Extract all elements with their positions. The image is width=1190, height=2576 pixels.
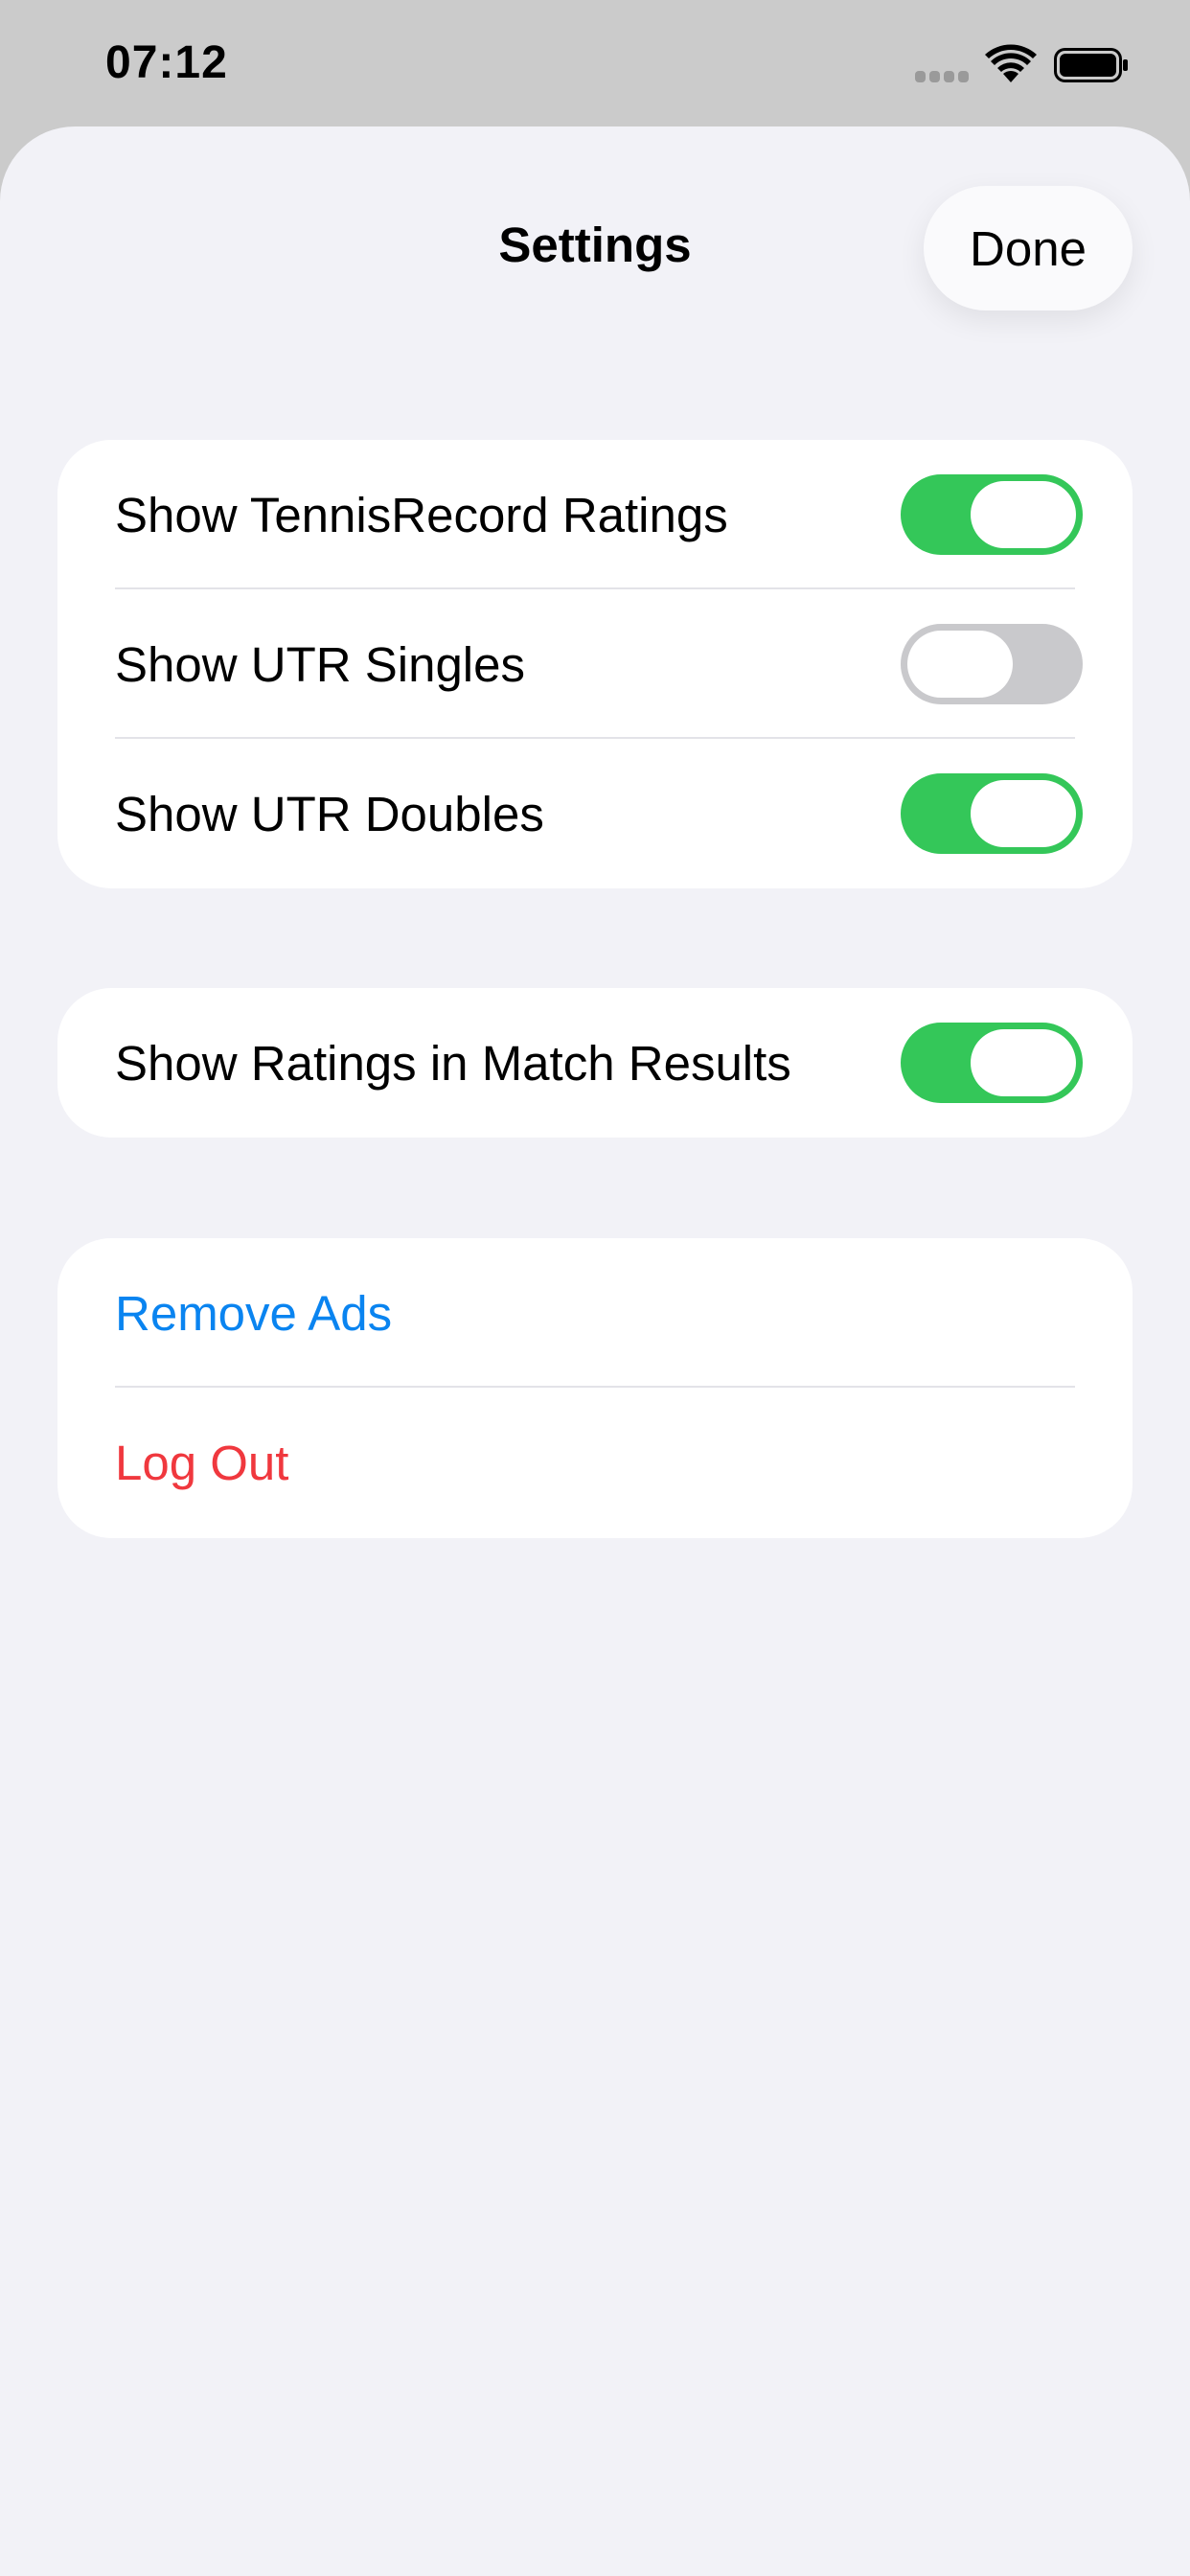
toggle-knob bbox=[971, 780, 1076, 847]
remove-ads-button[interactable]: Remove Ads bbox=[57, 1238, 1133, 1388]
remove-ads-label: Remove Ads bbox=[115, 1285, 393, 1341]
setting-row-tennisrecord-ratings: Show TennisRecord Ratings bbox=[57, 440, 1133, 589]
done-button[interactable]: Done bbox=[924, 186, 1133, 310]
toggle-knob bbox=[971, 1029, 1076, 1096]
log-out-button[interactable]: Log Out bbox=[57, 1388, 1133, 1537]
log-out-label: Log Out bbox=[115, 1435, 289, 1490]
setting-label: Show TennisRecord Ratings bbox=[115, 487, 728, 542]
setting-label: Show Ratings in Match Results bbox=[115, 1035, 791, 1091]
setting-label: Show UTR Singles bbox=[115, 636, 525, 692]
wifi-icon bbox=[985, 44, 1037, 82]
ratings-settings-group: Show TennisRecord Ratings Show UTR Singl… bbox=[57, 440, 1133, 888]
ratings-in-match-results-toggle[interactable] bbox=[901, 1023, 1083, 1103]
match-settings-group: Show Ratings in Match Results bbox=[57, 988, 1133, 1138]
account-settings-group: Remove Ads Log Out bbox=[57, 1238, 1133, 1538]
status-time: 07:12 bbox=[105, 37, 228, 88]
utr-doubles-toggle[interactable] bbox=[901, 773, 1083, 854]
setting-label: Show UTR Doubles bbox=[115, 786, 544, 841]
battery-icon bbox=[1054, 48, 1128, 82]
setting-row-utr-doubles: Show UTR Doubles bbox=[57, 739, 1133, 888]
utr-singles-toggle[interactable] bbox=[901, 624, 1083, 704]
status-bar: 07:12 bbox=[0, 0, 1190, 126]
setting-row-utr-singles: Show UTR Singles bbox=[57, 589, 1133, 739]
toggle-knob bbox=[907, 631, 1013, 698]
setting-row-ratings-in-match-results: Show Ratings in Match Results bbox=[57, 988, 1133, 1138]
tennisrecord-ratings-toggle[interactable] bbox=[901, 474, 1083, 555]
settings-sheet: Settings Done Show TennisRecord Ratings … bbox=[0, 126, 1190, 2576]
cellular-signal-icon bbox=[915, 71, 971, 82]
toggle-knob bbox=[971, 481, 1076, 548]
